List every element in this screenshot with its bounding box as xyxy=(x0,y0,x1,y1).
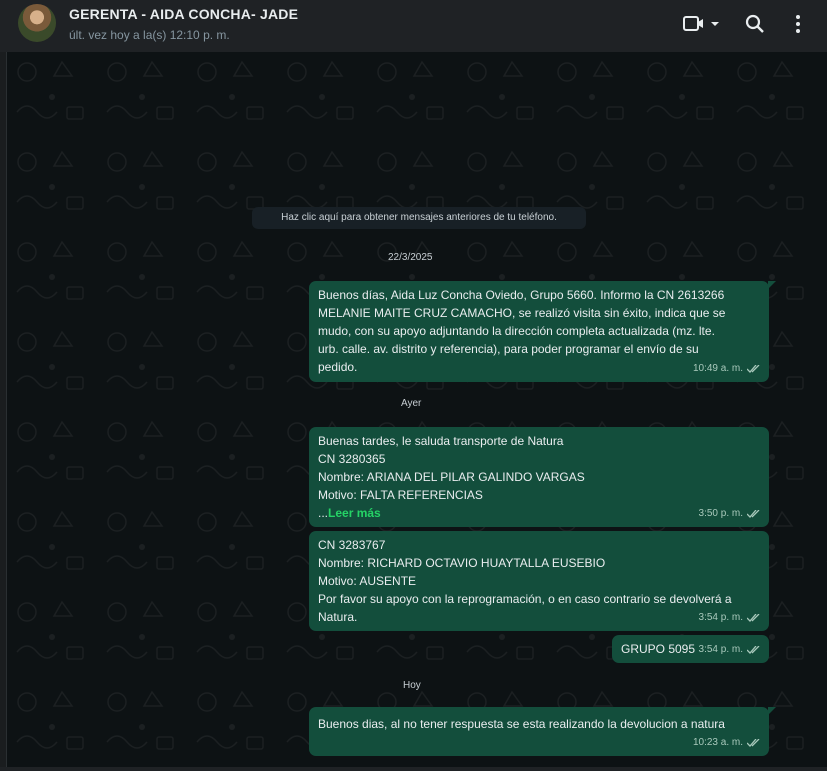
read-ticks-icon xyxy=(747,614,760,622)
message-line: Motivo: AUSENTE xyxy=(318,574,417,588)
message-meta: 3:50 p. m. xyxy=(699,505,761,523)
message-line: urb. calle. av. distrito y referencia), … xyxy=(318,342,699,356)
avatar[interactable] xyxy=(18,4,56,42)
message-time: 3:54 p. m. xyxy=(698,612,743,623)
message-line: Buenos dias, al no tener respuesta se es… xyxy=(318,717,725,731)
message-bubble[interactable]: Buenos días, Aida Luz Concha Oviedo, Gru… xyxy=(309,281,776,382)
read-ticks-icon xyxy=(747,365,760,373)
search-icon[interactable] xyxy=(745,14,765,39)
message-meta: 3:54 p. m. xyxy=(699,641,761,659)
last-seen-status: últ. vez hoy a la(s) 12:10 p. m. xyxy=(69,28,230,42)
message-line: MELANIE MAITE CRUZ CAMACHO, se realizó v… xyxy=(318,306,726,320)
message-line: Natura. xyxy=(318,610,358,624)
contact-name[interactable]: GERENTA - AIDA CONCHA- JADE xyxy=(69,6,298,22)
wallpaper-pattern xyxy=(7,52,827,771)
message-line: CN 3280365 xyxy=(318,452,386,466)
chat-header: GERENTA - AIDA CONCHA- JADE últ. vez hoy… xyxy=(0,0,827,52)
bubble-tail xyxy=(768,707,776,715)
bubble-tail xyxy=(768,281,776,289)
message-meta: 3:54 p. m. xyxy=(699,609,761,627)
date-separator: Ayer xyxy=(401,398,422,409)
message-bubble[interactable]: CN 3283767 Nombre: RICHARD OCTAVIO HUAYT… xyxy=(309,531,769,631)
pane-divider xyxy=(0,52,7,771)
message-meta: 10:49 a. m. xyxy=(693,360,761,378)
message-bubble[interactable]: Buenos dias, al no tener respuesta se es… xyxy=(309,707,776,756)
read-ticks-icon xyxy=(747,739,760,747)
message-line: mudo, con su apoyo adjuntando la direcci… xyxy=(318,324,715,338)
read-more-prefix: ... xyxy=(318,506,329,520)
message-line: Nombre: ARIANA DEL PILAR GALINDO VARGAS xyxy=(318,470,585,484)
video-call-icon[interactable] xyxy=(683,14,721,39)
load-older-messages-button[interactable]: Haz clic aquí para obtener mensajes ante… xyxy=(252,207,586,229)
message-meta: 10:23 a. m. xyxy=(693,734,761,752)
message-line: Por favor su apoyo con la reprogramación… xyxy=(318,592,732,606)
menu-icon[interactable] xyxy=(793,14,803,39)
date-separator: Hoy xyxy=(403,680,421,691)
read-ticks-icon xyxy=(747,510,760,518)
message-bubble[interactable]: Buenas tardes, le saluda transporte de N… xyxy=(309,427,769,527)
message-time: 10:23 a. m. xyxy=(692,737,743,748)
contact-info[interactable]: GERENTA - AIDA CONCHA- JADE últ. vez hoy… xyxy=(69,6,298,42)
bottom-edge xyxy=(0,767,827,771)
message-line: Nombre: RICHARD OCTAVIO HUAYTALLA EUSEBI… xyxy=(318,556,606,570)
chat-area[interactable]: Haz clic aquí para obtener mensajes ante… xyxy=(7,52,827,771)
date-separator: 22/3/2025 xyxy=(388,252,433,263)
message-bubble[interactable]: GRUPO 5095 3:54 p. m. xyxy=(612,635,769,663)
message-time: 3:54 p. m. xyxy=(698,644,743,655)
read-ticks-icon xyxy=(747,646,760,654)
message-time: 3:50 p. m. xyxy=(698,508,743,519)
message-line: Buenas tardes, le saluda transporte de N… xyxy=(318,434,564,448)
message-time: 10:49 a. m. xyxy=(692,363,743,374)
message-line: CN 3283767 xyxy=(318,538,386,552)
read-more-line: ...Leer más xyxy=(318,504,760,522)
message-line: Buenos días, Aida Luz Concha Oviedo, Gru… xyxy=(318,288,725,302)
message-line: Motivo: FALTA REFERENCIAS xyxy=(318,488,483,502)
read-more-link[interactable]: Leer más xyxy=(328,506,381,520)
